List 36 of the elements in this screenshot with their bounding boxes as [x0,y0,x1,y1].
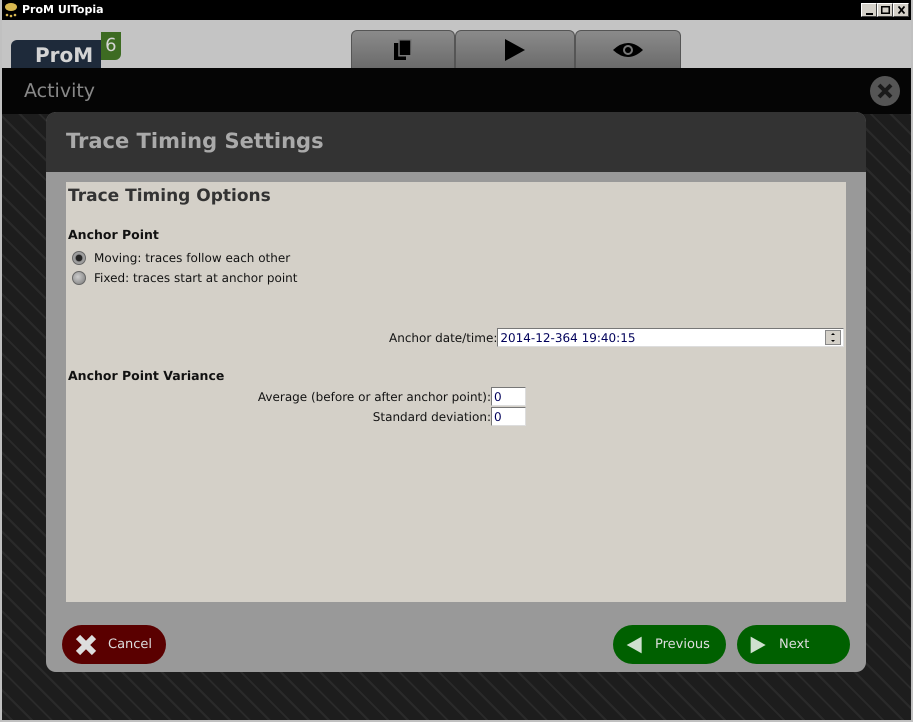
field-label: Standard deviation: [372,408,491,426]
section-title: Trace Timing Options [68,185,272,208]
close-button[interactable] [893,3,909,17]
maximize-icon [880,6,890,14]
option-label: Moving: traces follow each other [94,250,290,268]
field-label: Anchor date/time: [389,330,498,347]
maximize-button[interactable] [877,3,893,17]
close-icon[interactable] [869,75,901,107]
date-time-field[interactable]: 2014-12-364 19:40:15 [497,328,844,348]
section-heading: Anchor Point [68,226,160,244]
cancel-button[interactable]: Cancel [62,625,166,664]
x-icon [74,632,98,656]
views-tab[interactable] [574,30,681,68]
close-icon [898,6,904,14]
next-button[interactable]: Next [737,625,850,664]
minimize-icon [866,12,872,14]
radio-button[interactable] [72,271,86,286]
actions-tab[interactable] [454,30,575,68]
number-field[interactable]: 0 [491,387,526,406]
window-title: ProM UITopia [22,2,104,18]
number-field[interactable]: 0 [491,407,526,426]
minimize-button[interactable] [861,3,877,17]
play-icon [504,38,525,60]
workspace-tab[interactable] [350,30,455,68]
app-icon [4,2,18,18]
section-heading: Anchor Point Variance [68,367,226,386]
documents-icon [394,39,412,60]
option-label: Fixed: traces start at anchor point [94,270,298,288]
dialog-title: Trace Timing Settings [66,128,324,156]
radio-button[interactable] [72,251,86,266]
field-label: Average (before or after anchor point): [258,388,491,406]
activity-title: Activity [24,78,96,104]
logo-text: ProM [11,40,102,68]
previous-button[interactable]: Previous [613,625,726,664]
version-badge: 6 [101,32,121,60]
spinner-icon[interactable] [825,330,841,346]
